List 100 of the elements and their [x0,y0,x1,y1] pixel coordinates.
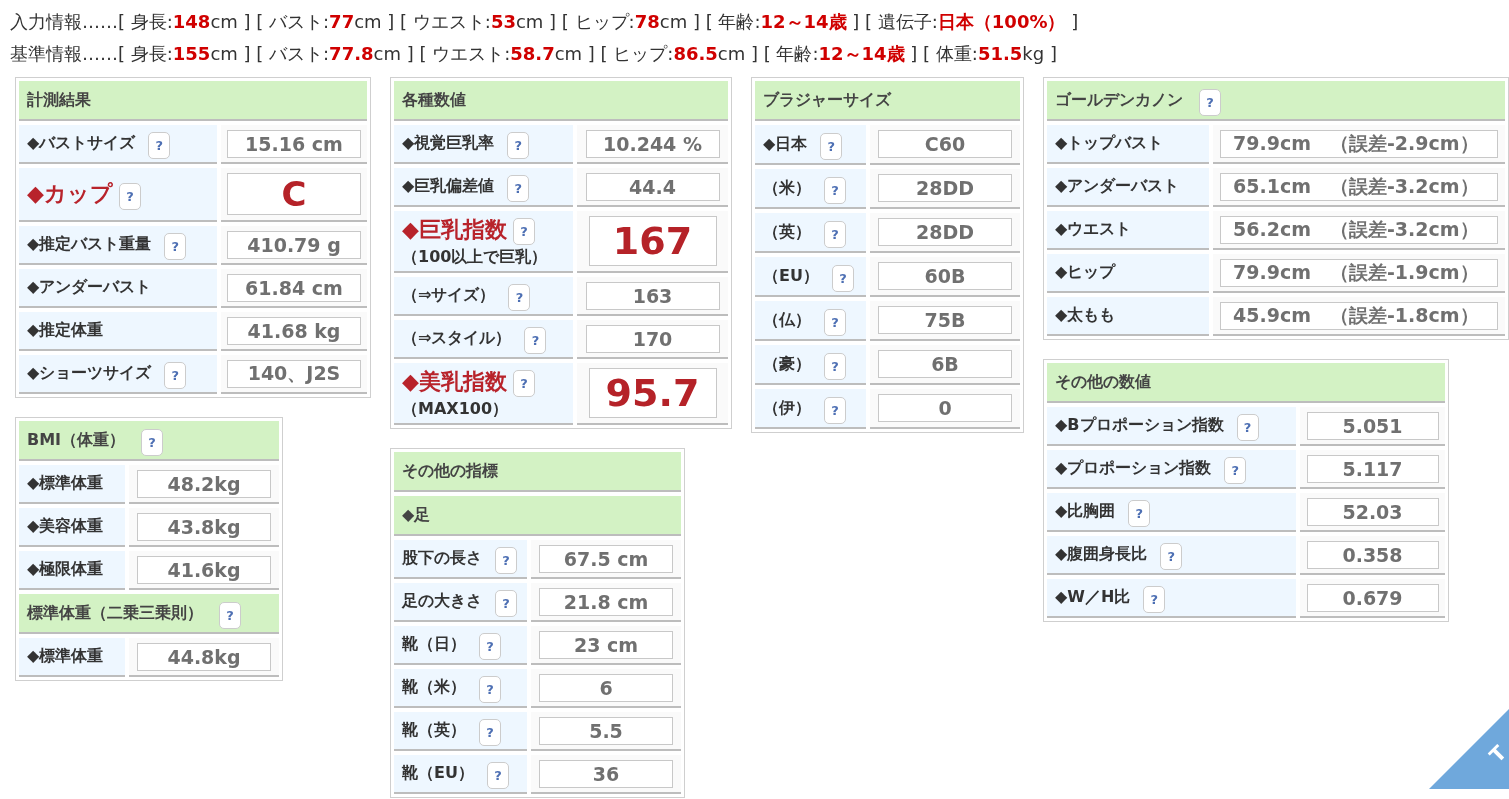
panel-title: ブラジャーサイズ [763,89,891,111]
result-field: 10.244 % [585,129,720,158]
help-button[interactable]: ? [1236,414,1259,441]
help-button[interactable]: ? [512,370,535,397]
help-button[interactable]: ? [831,264,854,292]
result-field: 15.16 cm [227,129,361,158]
row-label: 股下の長さ [402,548,482,569]
result-field: 167 [588,216,717,266]
result-field: 6 [539,673,673,702]
help-button[interactable]: ? [524,327,547,354]
row-label: ◆巨乳指数 [402,215,507,244]
result-field: 28DD [878,218,1012,246]
help-button[interactable]: ? [118,182,141,210]
row-label: ◆バストサイズ [27,133,136,154]
panel-title: その他の指標 [402,460,498,482]
result-field: 95.7 [588,368,717,418]
result-field: 0 [878,394,1012,422]
result-field: 65.1cm （誤差-3.2cm） [1220,172,1498,201]
result-field: 5.117 [1306,454,1439,483]
panel-title: BMI（体重） [27,429,126,451]
result-field: 52.03 [1306,497,1439,526]
help-button[interactable]: ? [824,396,846,424]
help-button[interactable]: ? [507,132,530,159]
result-field: 79.9cm （誤差-2.9cm） [1220,129,1498,158]
help-button[interactable]: ? [512,218,535,245]
result-field: 0.358 [1306,540,1439,569]
row-label: ◆アンダーバスト [1055,176,1180,197]
help-button[interactable]: ? [479,676,501,703]
result-field: C60 [878,130,1012,158]
help-button[interactable]: ? [824,352,846,380]
result-field: 21.8 cm [539,587,673,616]
help-button[interactable]: ? [148,132,171,159]
result-field: 163 [585,281,720,310]
result-field: 28DD [878,174,1012,202]
help-button[interactable]: ? [479,719,501,746]
row-label: ◆腹囲身長比 [1055,544,1148,565]
help-button[interactable]: ? [141,428,164,456]
row-label: ◆推定バスト重量 [27,234,152,255]
help-button[interactable]: ? [508,284,531,311]
help-button[interactable]: ? [507,175,530,202]
row-label: ◆Bプロポーション指数 [1055,415,1224,436]
row-label: （英） [763,221,811,243]
result-field: 23 cm [539,630,673,659]
row-label: ◆日本 [763,133,808,155]
row-label: 靴（米） [402,677,466,698]
result-field: 56.2cm （誤差-3.2cm） [1220,215,1498,244]
result-field: 67.5 cm [539,544,673,573]
result-field: 140、J2S [227,359,361,388]
help-button[interactable]: ? [824,176,846,204]
row-label: 足の大きさ [402,591,482,612]
row-label: ◆カップ [27,180,113,208]
row-label: （⇒スタイル） [402,328,512,349]
row-label: 靴（日） [402,634,466,655]
help-button[interactable]: ? [479,633,501,660]
help-button[interactable]: ? [486,762,509,789]
result-field: 41.68 kg [227,316,361,345]
help-button[interactable]: ? [164,233,187,260]
row-note: （MAX100） [402,399,509,420]
help-button[interactable]: ? [164,362,187,389]
row-label: ◆トップバスト [1055,133,1164,154]
row-label: （豪） [763,353,811,375]
row-label: ◆標準体重 [27,646,104,667]
help-button[interactable]: ? [1160,543,1183,570]
help-button[interactable]: ? [1199,88,1221,116]
row-label: ◆太もも [1055,305,1116,326]
row-label: ◆美乳指数 [402,367,507,396]
result-field: 44.8kg [137,642,271,671]
row-label: 靴（EU） [402,763,474,784]
help-button[interactable]: ? [495,547,517,574]
section-title: 標準体重（二乗三乗則） [27,602,203,624]
info-line: 基準情報……[ 身長:155cm ] [ バスト:77.8cm ] [ ウエスト:58.7cm ] [ ヒップ:86.5cm ] [ 年齢:12～14歳 ] [ 体重:51.5kg ] [10,42,1057,66]
result-field: 36 [539,759,673,788]
row-label: （仏） [763,309,811,331]
result-field: 79.9cm （誤差-1.9cm） [1220,258,1498,287]
result-field: 410.79 g [227,230,361,259]
result-field: 41.6kg [137,555,271,584]
help-button[interactable]: ? [495,590,517,617]
help-button[interactable]: ? [824,308,846,336]
info-line: 入力情報……[ 身長:148cm ] [ バスト:77cm ] [ ウエスト:53cm ] [ ヒップ:78cm ] [ 年齢:12～14歳 ] [ 遺伝子:日本（100%） ] [10,10,1079,34]
help-button[interactable]: ? [1128,500,1151,527]
help-button[interactable]: ? [1143,586,1166,613]
row-label: （⇒サイズ） [402,285,496,306]
result-field: 170 [585,324,720,353]
row-label: （米） [763,177,811,199]
row-label: ◆アンダーバスト [27,277,152,298]
row-label: ◆視覚巨乳率 [402,133,495,154]
row-label: ◆巨乳偏差値 [402,176,495,197]
section-title: ◆足 [402,504,431,526]
row-label: ◆ウエスト [1055,219,1132,240]
panel-title: 各種数値 [402,89,466,111]
result-field: 45.9cm （誤差-1.8cm） [1220,301,1498,330]
panel-title: その他の数値 [1055,371,1151,393]
row-label: ◆W／H比 [1055,587,1131,608]
help-button[interactable]: ? [820,132,843,160]
help-button[interactable]: ? [1224,457,1247,484]
help-button[interactable]: ? [219,601,241,629]
result-field: 75B [878,306,1012,334]
row-label: ◆推定体重 [27,320,104,341]
help-button[interactable]: ? [824,220,846,248]
row-label: ◆プロポーション指数 [1055,458,1212,479]
